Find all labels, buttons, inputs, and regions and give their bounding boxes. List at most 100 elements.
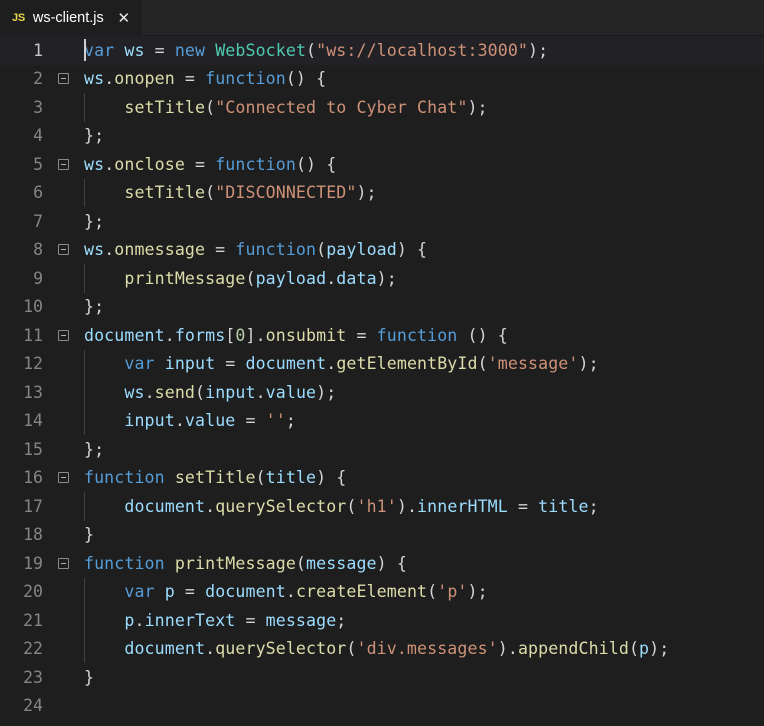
code-line[interactable]: 18}: [0, 521, 764, 550]
code-line[interactable]: 7};: [0, 207, 764, 236]
code-token-op: .: [255, 325, 266, 345]
code-line[interactable]: 21 p.innerText = message;: [0, 606, 764, 635]
code-line[interactable]: 12 var input = document.getElementById('…: [0, 349, 764, 378]
code-line-content: document.forms[0].onsubmit = function ()…: [74, 326, 764, 345]
code-token-op: [84, 411, 124, 430]
code-token-op: [: [225, 325, 236, 345]
line-number: 16: [23, 468, 43, 488]
line-number: 1: [33, 40, 43, 60]
code-token-op: );: [649, 639, 670, 659]
code-token-kw: function: [376, 325, 458, 345]
code-token-var: message: [306, 553, 377, 573]
fold-box-glyph: [57, 244, 69, 256]
indent-guide: [84, 492, 85, 521]
code-token-op: );: [356, 183, 377, 203]
code-token-str: 'div.messages': [356, 639, 498, 659]
indent-guide: [84, 606, 85, 635]
code-token-kw: function: [84, 468, 165, 488]
code-token-var: input: [124, 411, 175, 431]
code-line-content: }: [74, 668, 764, 687]
fold-box-glyph: [57, 158, 69, 170]
code-line[interactable]: 3 setTitle("Connected to Cyber Chat");: [0, 93, 764, 122]
editor-tab-bar: JS ws-client.js ✕: [0, 0, 764, 36]
code-token-op: ) {: [396, 240, 428, 260]
close-icon[interactable]: ✕: [116, 10, 132, 26]
code-line[interactable]: 4};: [0, 122, 764, 151]
code-token-op: [155, 582, 165, 601]
code-token-fn: querySelector: [215, 496, 347, 516]
code-line-content: var input = document.getElementById('mes…: [74, 354, 764, 373]
code-editor[interactable]: 1 var ws = new WebSocket("ws://localhost:…: [0, 36, 764, 726]
code-line[interactable]: 14 input.value = '';: [0, 406, 764, 435]
code-token-fn: setTitle: [124, 183, 206, 203]
code-token-op: ;: [285, 411, 296, 431]
fold-collapse-icon[interactable]: [52, 73, 74, 85]
fold-box-glyph: [57, 329, 69, 341]
code-line-content: ws.onclose = function() {: [74, 155, 764, 174]
code-line[interactable]: 10};: [0, 293, 764, 322]
code-token-str: 'p': [437, 582, 468, 602]
code-line[interactable]: 9 printMessage(payload.data);: [0, 264, 764, 293]
fold-collapse-icon[interactable]: [52, 472, 74, 484]
code-token-kw: function: [205, 69, 286, 89]
line-number: 2: [33, 69, 43, 89]
code-token-var: p: [164, 582, 175, 602]
indent-guide: [84, 634, 85, 663]
code-token-op: [114, 41, 124, 60]
code-line[interactable]: 15};: [0, 435, 764, 464]
code-token-op: [84, 98, 124, 117]
code-token-op: (: [346, 639, 357, 659]
code-token-var: payload: [326, 240, 397, 260]
code-token-var: document: [84, 325, 165, 345]
code-token-op: ).: [497, 639, 518, 659]
line-number: 17: [23, 496, 43, 516]
code-line[interactable]: 23}: [0, 663, 764, 692]
code-line[interactable]: 5 ws.onclose = function() {: [0, 150, 764, 179]
code-token-op: );: [578, 354, 599, 374]
line-number: 19: [23, 553, 43, 573]
code-line[interactable]: 13 ws.send(input.value);: [0, 378, 764, 407]
code-token-op: .: [255, 382, 266, 402]
code-token-var: input: [205, 382, 256, 402]
code-token-str: 'h1': [356, 496, 397, 516]
code-line[interactable]: 20 var p = document.createElement('p');: [0, 577, 764, 606]
code-token-op: .: [326, 354, 337, 374]
code-line[interactable]: 24: [0, 692, 764, 721]
code-line[interactable]: 11 document.forms[0].onsubmit = function …: [0, 321, 764, 350]
indent-guide: [84, 378, 85, 407]
code-token-var: title: [538, 496, 589, 516]
code-token-op: (: [205, 183, 216, 203]
code-token-op: [165, 468, 175, 487]
code-token-op: (: [628, 639, 640, 659]
code-token-op: =: [184, 154, 216, 174]
code-token-fn: setTitle: [174, 468, 256, 488]
code-line[interactable]: 16 function setTitle(title) {: [0, 464, 764, 493]
code-token-op: (: [346, 496, 357, 516]
code-token-op: .: [164, 325, 175, 345]
code-token-kw: var: [84, 40, 115, 60]
code-line[interactable]: 6 setTitle("DISCONNECTED");: [0, 178, 764, 207]
fold-collapse-icon[interactable]: [52, 557, 74, 569]
code-token-str: "ws://localhost:3000": [316, 40, 529, 60]
fold-collapse-icon[interactable]: [52, 329, 74, 341]
code-line[interactable]: 17 document.querySelector('h1').innerHTM…: [0, 492, 764, 521]
code-token-op: );: [467, 97, 488, 117]
code-line[interactable]: 22 document.querySelector('div.messages'…: [0, 634, 764, 663]
code-line[interactable]: 19 function printMessage(message) {: [0, 549, 764, 578]
code-token-op: (: [316, 240, 327, 260]
editor-tab[interactable]: JS ws-client.js ✕: [0, 0, 143, 36]
code-line-content: };: [74, 126, 764, 145]
code-token-var: ws: [84, 240, 105, 260]
line-number: 11: [23, 325, 43, 345]
fold-collapse-icon[interactable]: [52, 158, 74, 170]
code-line-content: p.innerText = message;: [74, 611, 764, 630]
line-number: 15: [23, 439, 43, 459]
line-number: 12: [23, 354, 43, 374]
code-token-fn: printMessage: [174, 553, 296, 573]
fold-collapse-icon[interactable]: [52, 244, 74, 256]
code-line[interactable]: 2 ws.onopen = function() {: [0, 65, 764, 94]
indent-guide: [84, 93, 85, 122]
code-line-content: };: [74, 212, 764, 231]
code-line[interactable]: 8 ws.onmessage = function(payload) {: [0, 236, 764, 265]
code-line[interactable]: 1 var ws = new WebSocket("ws://localhost:…: [0, 36, 764, 65]
